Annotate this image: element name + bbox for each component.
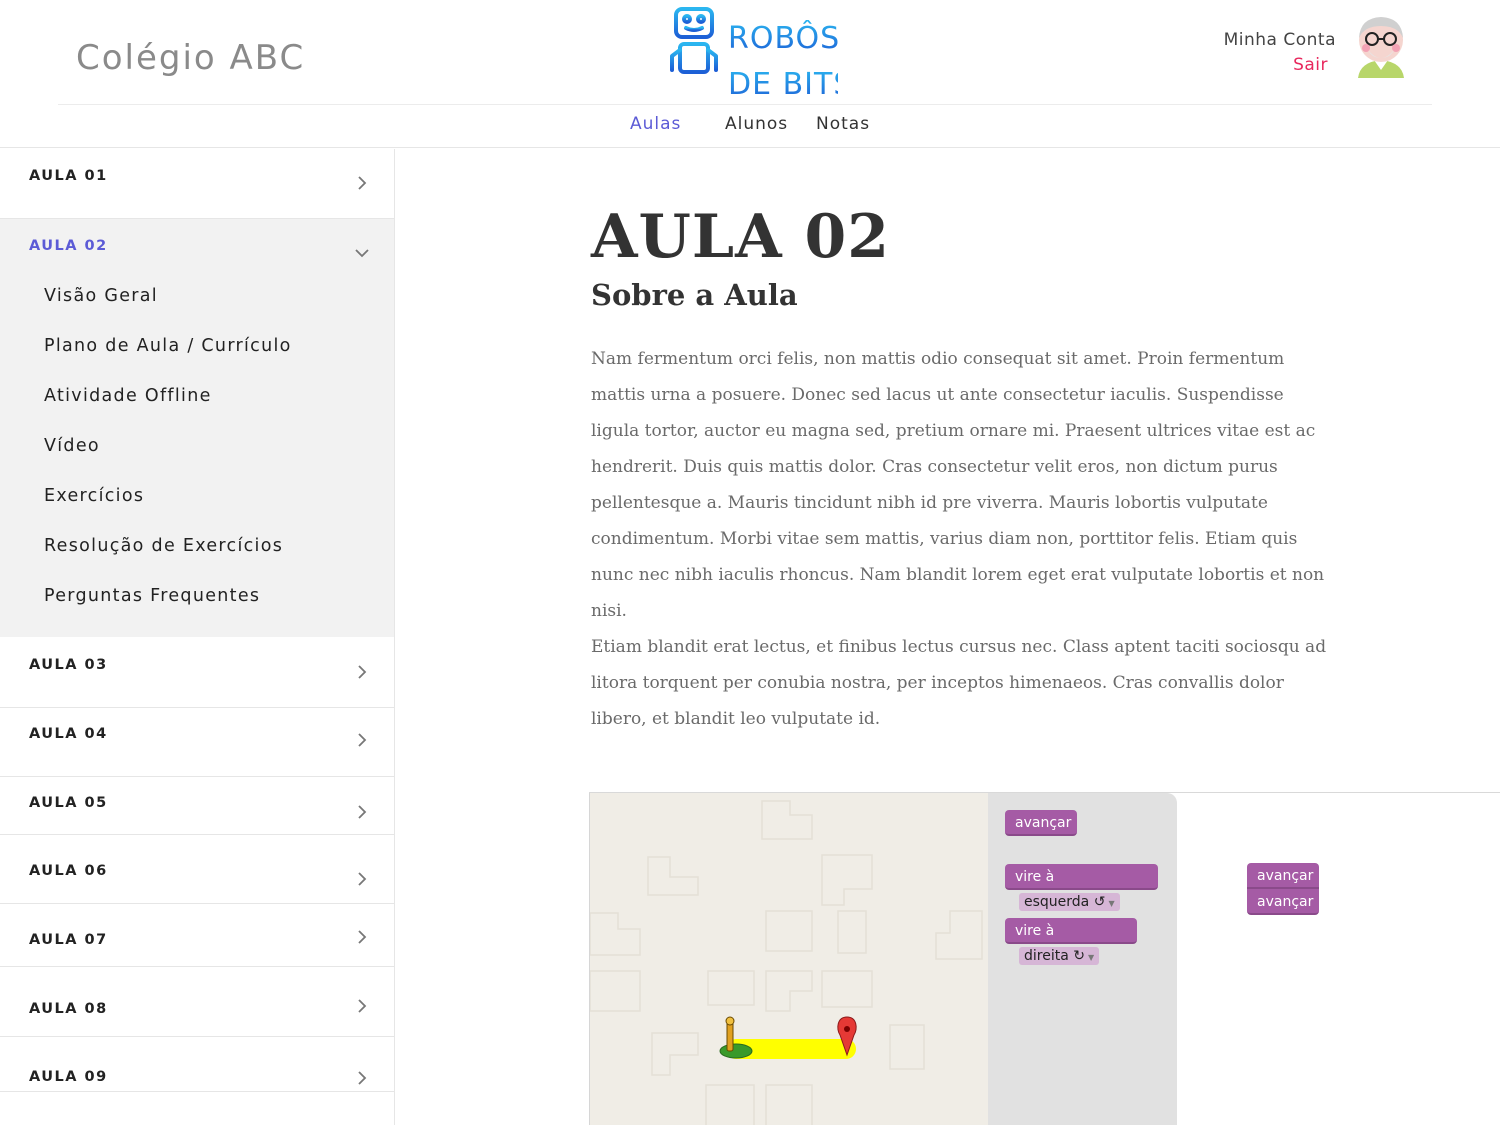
lesson-label: AULA 09 xyxy=(29,1069,108,1085)
sidebar-lesson-09[interactable]: AULA 09 xyxy=(0,1037,394,1092)
workspace-block-forward[interactable]: avançar xyxy=(1247,889,1319,915)
workspace-block-forward[interactable]: avançar xyxy=(1247,863,1319,889)
submenu-item-atividade-offline[interactable]: Atividade Offline xyxy=(44,381,292,431)
lesson-label: AULA 08 xyxy=(29,1001,108,1017)
lessons-sidebar: AULA 01 AULA 02 Visão Geral Plano de Aul… xyxy=(0,149,395,1125)
user-avatar[interactable] xyxy=(1350,12,1412,78)
turn-direction-dropdown[interactable]: direita ↻ ▼ xyxy=(1019,947,1100,965)
lesson-submenu: Visão Geral Plano de Aula / Currículo At… xyxy=(44,281,292,631)
turn-left-label: esquerda ↺ xyxy=(1024,894,1106,910)
turn-right-label: direita ↻ xyxy=(1024,948,1085,964)
nav-tab-alunos[interactable]: Alunos xyxy=(725,114,788,134)
lesson-label: AULA 03 xyxy=(29,657,108,673)
sidebar-lesson-07[interactable]: AULA 07 xyxy=(0,904,394,967)
chevron-right-icon xyxy=(358,872,367,886)
maze-game: avançar vire àesquerda ↺ ▼ vire àdireita … xyxy=(589,792,1500,1125)
blocks-toolbox: avançar vire àesquerda ↺ ▼ vire àdireita … xyxy=(988,793,1177,1125)
lesson-label: AULA 05 xyxy=(29,795,108,811)
top-nav: Aulas Alunos Notas xyxy=(0,114,1500,138)
submenu-item-perguntas[interactable]: Perguntas Frequentes xyxy=(44,581,292,631)
lesson-label: AULA 02 xyxy=(29,238,108,254)
sidebar-lesson-01[interactable]: AULA 01 xyxy=(0,149,394,219)
logout-link[interactable]: Sair xyxy=(1224,55,1328,75)
submenu-item-plano-de-aula[interactable]: Plano de Aula / Currículo xyxy=(44,331,292,381)
block-forward-label: avançar xyxy=(1257,868,1314,884)
block-turn-prefix: vire à xyxy=(1015,869,1055,885)
my-account-link[interactable]: Minha Conta xyxy=(1224,30,1336,50)
nav-tab-notas[interactable]: Notas xyxy=(816,114,870,134)
sidebar-lesson-02[interactable]: AULA 02 Visão Geral Plano de Aula / Curr… xyxy=(0,219,394,637)
sidebar-lesson-08[interactable]: AULA 08 xyxy=(0,967,394,1037)
block-forward[interactable]: avançar xyxy=(1005,810,1077,836)
dropdown-arrow-icon: ▼ xyxy=(1087,953,1095,962)
maze-background xyxy=(590,800,983,1125)
chevron-right-icon xyxy=(358,733,367,747)
dropdown-arrow-icon: ▼ xyxy=(1108,899,1115,908)
submenu-item-resolucao[interactable]: Resolução de Exercícios xyxy=(44,531,292,581)
lesson-label: AULA 06 xyxy=(29,863,108,879)
lesson-label: AULA 01 xyxy=(29,168,108,184)
block-forward-label: avançar xyxy=(1257,894,1314,910)
robos-de-bits-logo[interactable]: ROBÔS DE BITS xyxy=(668,6,838,100)
sidebar-lesson-04[interactable]: AULA 04 xyxy=(0,708,394,777)
header-divider xyxy=(58,104,1432,105)
chevron-right-icon xyxy=(358,930,367,944)
maze-board[interactable] xyxy=(589,793,988,1125)
chevron-right-icon xyxy=(358,665,367,679)
block-turn-prefix: vire à xyxy=(1015,923,1055,939)
lesson-description-paragraph: Nam fermentum orci felis, non mattis odi… xyxy=(591,349,1325,621)
page-subtitle: Sobre a Aula xyxy=(591,278,798,312)
lesson-description-paragraph: Etiam blandit erat lectus, et finibus le… xyxy=(591,637,1327,729)
logo-text-line2: DE BITS xyxy=(728,67,838,100)
block-turn-left[interactable]: vire à esquerda ↺ ▼ xyxy=(1005,864,1158,911)
sidebar-lesson-03[interactable]: AULA 03 xyxy=(0,637,394,708)
lesson-label: AULA 07 xyxy=(29,932,108,948)
chevron-down-icon xyxy=(355,249,369,258)
turn-direction-dropdown[interactable]: esquerda ↺ ▼ xyxy=(1019,893,1120,911)
submenu-item-exercicios[interactable]: Exercícios xyxy=(44,481,292,531)
submenu-item-visao-geral[interactable]: Visão Geral xyxy=(44,281,292,331)
page-title: AULA 02 xyxy=(591,202,891,272)
submenu-item-video[interactable]: Vídeo xyxy=(44,431,292,481)
chevron-right-icon xyxy=(358,176,367,190)
lesson-label: AULA 04 xyxy=(29,726,108,742)
logo-text-line1: ROBÔS xyxy=(728,19,838,56)
blocks-workspace[interactable]: avançar avançar xyxy=(1177,793,1500,1125)
sidebar-lesson-06[interactable]: AULA 06 xyxy=(0,835,394,904)
chevron-right-icon xyxy=(358,1071,367,1085)
sidebar-lesson-05[interactable]: AULA 05 xyxy=(0,777,394,835)
chevron-right-icon xyxy=(358,999,367,1013)
block-forward-label: avançar xyxy=(1015,815,1072,831)
pegman-start-icon xyxy=(719,1016,753,1059)
account-area: Minha Conta Sair xyxy=(1224,30,1336,75)
app-header: Colégio ABC ROBÔS DE BITS Minha Cont xyxy=(0,0,1500,148)
chevron-right-icon xyxy=(358,805,367,819)
block-turn-right[interactable]: vire à direita ↻ ▼ xyxy=(1005,918,1137,965)
school-name: Colégio ABC xyxy=(76,38,306,78)
nav-tab-aulas[interactable]: Aulas xyxy=(630,114,681,134)
